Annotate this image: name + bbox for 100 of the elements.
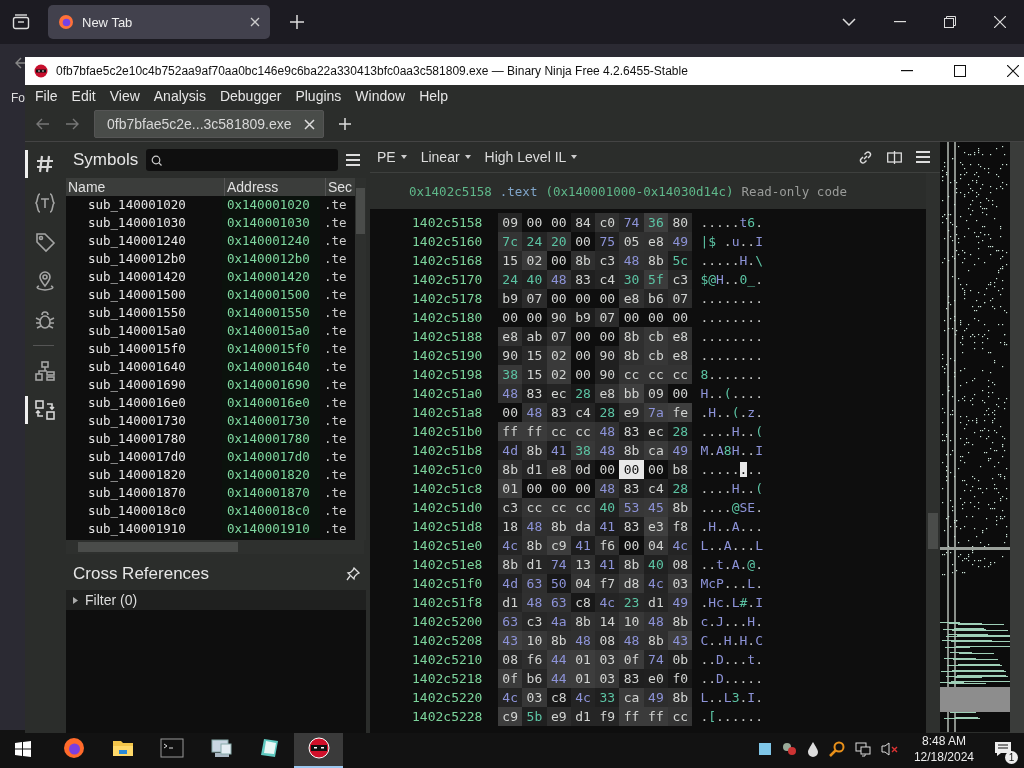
menu-item[interactable]: Edit <box>71 88 96 104</box>
hex-byte[interactable]: b9 <box>570 308 596 327</box>
hex-byte[interactable]: c3 <box>668 270 693 289</box>
hex-byte[interactable]: 83 <box>546 403 571 422</box>
hex-byte[interactable]: 7c <box>498 232 523 251</box>
hex-byte[interactable]: 24 <box>522 232 547 251</box>
hex-byte[interactable]: 8b <box>570 251 596 270</box>
hex-byte[interactable]: 01 <box>570 650 596 669</box>
hex-byte[interactable]: f6 <box>522 650 547 669</box>
hex-byte[interactable]: 48 <box>570 631 596 650</box>
hex-byte[interactable]: 63 <box>546 593 571 612</box>
hex-byte[interactable]: 48 <box>595 441 620 460</box>
hex-byte[interactable]: 41 <box>595 517 620 536</box>
symbol-name[interactable]: sub_1400017d0 <box>66 448 222 466</box>
hex-byte[interactable]: 5f <box>643 270 669 289</box>
hex-byte[interactable]: 0f <box>619 650 644 669</box>
hex-byte[interactable]: cc <box>619 365 644 384</box>
hex-byte[interactable]: 63 <box>522 574 547 593</box>
menu-item[interactable]: Debugger <box>219 88 282 104</box>
hex-byte[interactable]: 8b <box>498 460 523 479</box>
hex-byte[interactable]: 8b <box>619 327 644 346</box>
symbol-name[interactable]: sub_140001910 <box>66 520 222 538</box>
hex-byte[interactable]: 75 <box>595 232 620 251</box>
symbol-name[interactable]: sub_140001020 <box>66 196 222 214</box>
hex-byte[interactable]: 10 <box>619 612 644 631</box>
hex-byte[interactable]: 74 <box>546 555 571 574</box>
hex-byte[interactable]: 15 <box>498 251 523 270</box>
hex-byte[interactable]: 02 <box>546 346 571 365</box>
hex-byte[interactable]: 33 <box>595 688 620 707</box>
menu-item[interactable]: Help <box>419 88 448 104</box>
hex-byte[interactable]: 4c <box>668 536 693 555</box>
hex-byte[interactable]: 49 <box>668 441 693 460</box>
hex-byte[interactable]: b6 <box>522 669 547 688</box>
hex-byte[interactable]: b8 <box>668 460 693 479</box>
hex-byte[interactable]: 41 <box>595 555 620 574</box>
menu-item[interactable]: Plugins <box>295 88 342 104</box>
hex-byte[interactable]: 90 <box>595 346 620 365</box>
hex-byte[interactable]: f6 <box>595 536 620 555</box>
hex-byte[interactable]: 15 <box>522 346 547 365</box>
hex-byte[interactable]: f0 <box>668 669 693 688</box>
hex-byte[interactable]: 07 <box>668 289 693 308</box>
hex-byte[interactable]: cc <box>668 707 693 726</box>
hex-byte[interactable]: 07 <box>546 327 571 346</box>
hex-byte[interactable]: 8b <box>570 612 596 631</box>
hex-byte[interactable]: 48 <box>522 517 547 536</box>
hex-byte[interactable]: 4c <box>498 688 523 707</box>
hex-byte[interactable]: ab <box>522 327 547 346</box>
hex-byte[interactable]: 4c <box>595 593 620 612</box>
hex-byte[interactable]: 80 <box>668 213 693 232</box>
hex-byte[interactable]: 43 <box>668 631 693 650</box>
hex-byte[interactable]: 04 <box>570 574 596 593</box>
hex-byte[interactable]: ec <box>643 422 669 441</box>
view-dropdown[interactable]: Linear <box>420 149 471 165</box>
hex-byte[interactable]: 4c <box>570 688 596 707</box>
hex-byte[interactable]: 5c <box>668 251 693 270</box>
hex-byte[interactable]: ec <box>546 384 571 403</box>
symbol-name[interactable]: sub_140001870 <box>66 484 222 502</box>
hex-byte[interactable]: 8b <box>522 441 547 460</box>
hex-byte[interactable]: e0 <box>643 669 669 688</box>
hex-byte[interactable]: cb <box>643 327 669 346</box>
hex-byte[interactable]: 0f <box>498 669 523 688</box>
hex-byte[interactable]: cc <box>570 422 596 441</box>
hex-byte[interactable]: cc <box>668 365 693 384</box>
hex-byte[interactable]: c4 <box>643 479 669 498</box>
clock-date[interactable]: 12/18/2024 <box>913 749 974 765</box>
hex-byte[interactable]: 5b <box>522 707 547 726</box>
hex-byte[interactable]: c0 <box>595 213 620 232</box>
symbol-name[interactable]: sub_1400018c0 <box>66 502 222 520</box>
hex-byte[interactable]: c4 <box>595 270 620 289</box>
hex-byte[interactable]: e8 <box>668 346 693 365</box>
menu-item[interactable]: View <box>109 88 140 104</box>
hex-byte[interactable]: 04 <box>643 536 669 555</box>
hex-byte[interactable]: 49 <box>668 593 693 612</box>
symbol-name[interactable]: sub_140001820 <box>66 466 222 484</box>
hex-byte[interactable]: 01 <box>570 669 596 688</box>
hex-byte[interactable]: ff <box>643 707 669 726</box>
hex-byte[interactable]: 44 <box>546 669 571 688</box>
hex-byte[interactable]: 15 <box>522 365 547 384</box>
hex-byte[interactable]: 83 <box>619 479 644 498</box>
hex-byte[interactable]: 74 <box>619 213 644 232</box>
hex-byte[interactable]: 18 <box>498 517 523 536</box>
hex-byte[interactable]: cc <box>522 498 547 517</box>
hex-byte[interactable]: 02 <box>522 251 547 270</box>
symbol-name[interactable]: sub_140001420 <box>66 268 222 286</box>
hex-byte[interactable]: d1 <box>498 593 523 612</box>
hex-byte[interactable]: 40 <box>595 498 620 517</box>
hex-byte[interactable]: 44 <box>546 650 571 669</box>
hex-byte[interactable]: b6 <box>643 289 669 308</box>
hex-byte[interactable]: c8 <box>570 593 596 612</box>
hex-byte[interactable]: 8b <box>643 251 669 270</box>
hex-byte[interactable]: 09 <box>643 384 669 403</box>
symbol-name[interactable]: sub_1400015a0 <box>66 322 222 340</box>
hex-byte[interactable]: c8 <box>546 688 571 707</box>
hex-byte[interactable]: 23 <box>619 593 644 612</box>
hex-byte[interactable]: e9 <box>619 403 644 422</box>
hex-byte[interactable]: e8 <box>595 384 620 403</box>
hex-byte[interactable]: b9 <box>498 289 523 308</box>
menu-item[interactable]: File <box>35 88 58 104</box>
hex-byte[interactable]: e3 <box>643 517 669 536</box>
file-tab[interactable]: 0fb7bfae5c2e...3c581809.exe <box>94 110 324 138</box>
